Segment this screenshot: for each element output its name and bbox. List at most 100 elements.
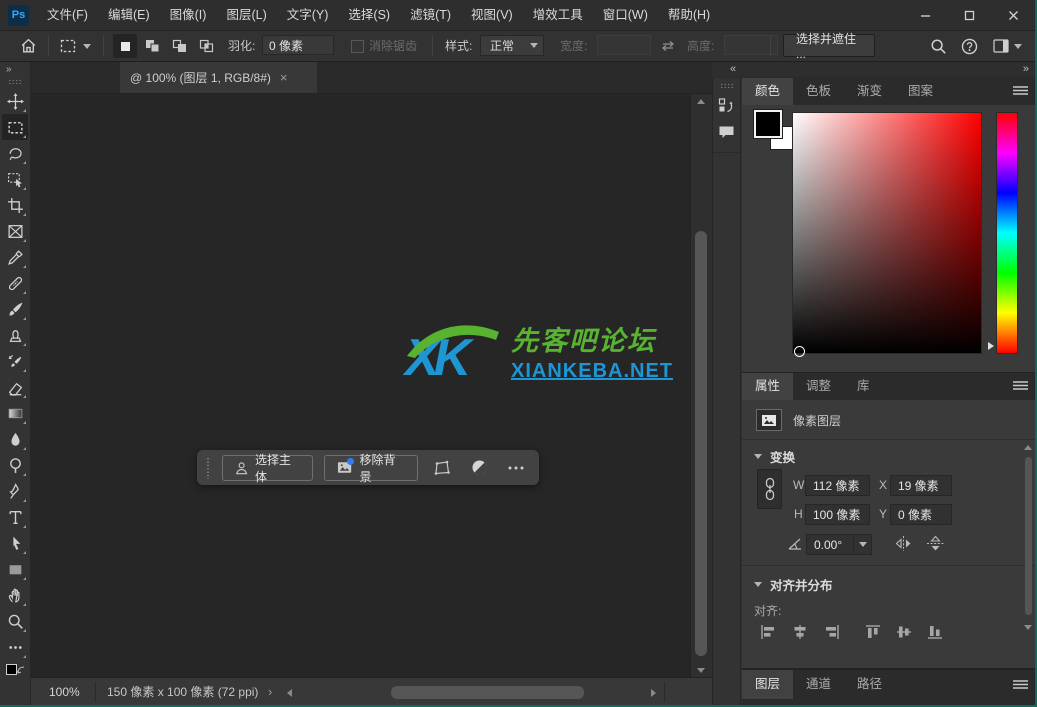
new-selection-mode-button[interactable] [113, 34, 137, 58]
canvas[interactable]: XK 先客吧论坛 XIANKEBA.NET 选择主体 [31, 94, 691, 678]
search-icon[interactable] [930, 38, 947, 55]
tool-eyedropper[interactable] [2, 244, 28, 270]
width-value-input[interactable] [805, 475, 870, 496]
x-value-input[interactable] [890, 475, 952, 496]
menu-item-help[interactable]: 帮助(H) [658, 0, 720, 30]
menu-item-plugins[interactable]: 增效工具 [523, 0, 593, 30]
tab-color[interactable]: 颜色 [742, 78, 793, 105]
zoom-level-field[interactable]: 100% [49, 678, 80, 706]
tab-properties[interactable]: 属性 [742, 373, 793, 400]
menu-item-filter[interactable]: 滤镜(T) [400, 0, 461, 30]
workspace-switcher[interactable] [993, 39, 1022, 53]
hue-slider-arrow[interactable] [987, 341, 995, 351]
tool-zoom[interactable] [2, 608, 28, 634]
dock-collapse-right-icon[interactable]: » [1023, 63, 1029, 75]
color-panel-menu-icon[interactable] [1013, 86, 1028, 95]
constrain-proportions-link[interactable] [757, 469, 782, 509]
tool-brush[interactable] [2, 296, 28, 322]
tool-crop[interactable] [2, 192, 28, 218]
menu-item-file[interactable]: 文件(F) [37, 0, 98, 30]
tool-pen[interactable] [2, 478, 28, 504]
tool-clone-stamp[interactable] [2, 322, 28, 348]
subtract-from-selection-mode-button[interactable] [167, 34, 191, 58]
tool-gradient[interactable] [2, 400, 28, 426]
foreground-color-swatch[interactable] [754, 110, 782, 138]
tab-libraries[interactable]: 库 [844, 373, 883, 400]
scroll-down-arrow[interactable] [1024, 625, 1032, 630]
dock-expand-left-icon[interactable]: « [730, 63, 736, 75]
adjustments-icon[interactable] [467, 459, 494, 476]
tab-swatches[interactable]: 色板 [793, 78, 844, 105]
comments-panel-icon[interactable] [713, 119, 740, 146]
height-value-input[interactable] [805, 504, 870, 525]
menu-item-view[interactable]: 视图(V) [461, 0, 523, 30]
tool-hand[interactable] [2, 582, 28, 608]
anti-alias-checkbox[interactable] [351, 40, 364, 53]
scroll-down-arrow[interactable] [697, 668, 705, 673]
tab-gradients[interactable]: 渐变 [844, 78, 895, 105]
strip-grip[interactable] [720, 83, 734, 88]
flip-horizontal-icon[interactable] [894, 535, 913, 552]
chevron-down-icon[interactable] [853, 535, 871, 554]
layers-panel-menu-icon[interactable] [1013, 680, 1028, 689]
width-input[interactable] [597, 35, 651, 55]
tab-close-icon[interactable]: × [280, 70, 288, 85]
tool-healing-brush[interactable] [2, 270, 28, 296]
add-to-selection-mode-button[interactable] [140, 34, 164, 58]
align-left-icon[interactable] [759, 623, 779, 641]
tab-adjustments[interactable]: 调整 [793, 373, 844, 400]
tool-object-selection[interactable] [2, 166, 28, 192]
tool-move[interactable] [2, 88, 28, 114]
properties-panel-menu-icon[interactable] [1013, 381, 1028, 390]
horizontal-scrollbar-thumb[interactable] [391, 686, 584, 699]
align-horizontal-center-icon[interactable] [790, 623, 810, 641]
tab-patterns[interactable]: 图案 [895, 78, 946, 105]
properties-scrollbar-thumb[interactable] [1025, 457, 1032, 615]
toolbar-expand-button[interactable]: » [0, 62, 30, 77]
align-distribute-section-header[interactable]: 对齐并分布 [754, 575, 833, 594]
menu-item-select[interactable]: 选择(S) [338, 0, 400, 30]
tab-layers[interactable]: 图层 [742, 670, 793, 699]
align-vertical-center-icon[interactable] [894, 623, 914, 641]
tool-rectangular-marquee[interactable] [2, 114, 28, 140]
help-icon[interactable] [961, 38, 978, 55]
scroll-up-arrow[interactable] [697, 99, 705, 104]
minimize-button[interactable] [903, 0, 947, 30]
tool-path-selection[interactable] [2, 530, 28, 556]
remove-background-button[interactable]: 移除背景 [324, 455, 418, 481]
tool-lasso[interactable] [2, 140, 28, 166]
tool-rectangle-shape[interactable] [2, 556, 28, 582]
menu-item-layer[interactable]: 图层(L) [216, 0, 276, 30]
tool-edit-toolbar[interactable] [2, 634, 28, 660]
select-and-mask-button[interactable]: 选择并遮住 ... [783, 34, 875, 57]
hue-slider[interactable] [996, 112, 1018, 354]
close-button[interactable] [991, 0, 1035, 30]
scroll-up-arrow[interactable] [1024, 445, 1032, 450]
menu-item-edit[interactable]: 编辑(E) [98, 0, 160, 30]
select-subject-button[interactable]: 选择主体 [222, 455, 314, 481]
taskbar-more-options-icon[interactable] [504, 466, 527, 470]
tab-paths[interactable]: 路径 [844, 670, 895, 699]
vertical-scrollbar-thumb[interactable] [695, 231, 707, 656]
style-select[interactable]: 正常 [480, 35, 544, 56]
properties-scrollbar[interactable] [1023, 443, 1034, 643]
transform-image-icon[interactable] [429, 460, 456, 476]
canvas-vertical-scrollbar[interactable] [690, 94, 712, 678]
scroll-right-arrow[interactable] [651, 689, 656, 697]
align-right-icon[interactable] [821, 623, 841, 641]
swap-width-height-icon[interactable] [660, 39, 676, 53]
color-picker-cursor[interactable] [794, 346, 805, 357]
intersect-selection-mode-button[interactable] [194, 34, 218, 58]
version-history-panel-icon[interactable] [713, 92, 740, 119]
feather-input[interactable] [262, 35, 334, 55]
tab-channels[interactable]: 通道 [793, 670, 844, 699]
menu-item-window[interactable]: 窗口(W) [593, 0, 658, 30]
menu-item-type[interactable]: 文字(Y) [277, 0, 339, 30]
foreground-background-colors[interactable] [6, 664, 24, 678]
scroll-left-arrow[interactable] [287, 689, 292, 697]
document-tab[interactable]: @ 100% (图层 1, RGB/8#) × [120, 62, 317, 93]
tool-type[interactable] [2, 504, 28, 530]
tool-blur[interactable] [2, 426, 28, 452]
menu-item-image[interactable]: 图像(I) [160, 0, 217, 30]
align-top-icon[interactable] [863, 623, 883, 641]
